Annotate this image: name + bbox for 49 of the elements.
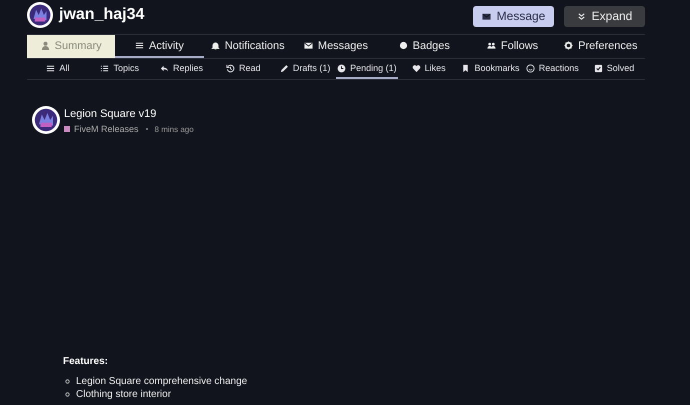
avatar <box>32 106 60 134</box>
filter-tab[interactable]: Read <box>212 59 274 79</box>
list-icon <box>100 64 110 72</box>
double-chevron-icon <box>576 12 586 20</box>
checkbox-icon <box>594 64 603 72</box>
clock-icon <box>337 64 346 72</box>
heart-icon <box>412 64 421 72</box>
feature-item: Clothing store interior <box>76 388 172 401</box>
menu-icon <box>135 41 144 50</box>
smile-icon <box>526 64 535 72</box>
bullet-icon <box>65 392 70 397</box>
message-button[interactable]: Message <box>473 6 554 26</box>
features-heading: Features: <box>63 356 110 367</box>
nav-tab[interactable]: Preferences <box>556 35 645 58</box>
expand-button[interactable]: Expand <box>564 6 645 26</box>
settings-icon <box>564 41 574 50</box>
filter-tab[interactable]: Reactions <box>521 59 584 79</box>
filter-tab[interactable]: Likes <box>398 59 460 79</box>
person-icon <box>40 41 50 50</box>
reply-icon <box>160 64 169 72</box>
post-time: 8 mins ago <box>154 124 194 134</box>
category-link[interactable]: FiveM Releases <box>74 124 139 134</box>
nav-tab[interactable]: Activity <box>115 35 204 58</box>
feature-item: Legion Square comprehensive change <box>76 375 248 388</box>
bell-icon <box>210 41 220 50</box>
circle-icon <box>398 41 408 50</box>
pencil-icon <box>280 64 289 72</box>
filter-tab[interactable]: All <box>27 59 89 79</box>
nav-tab[interactable]: Follows <box>468 35 557 58</box>
filter-tab[interactable]: Solved <box>583 59 645 79</box>
envelope-icon <box>304 41 313 50</box>
people-icon <box>486 41 496 50</box>
filter-tab[interactable]: Bookmarks <box>460 59 522 79</box>
bullet-icon <box>65 379 70 384</box>
filter-tab[interactable]: Topics <box>88 59 151 79</box>
username: jwan_haj34 <box>59 6 144 24</box>
history-icon <box>226 64 236 72</box>
envelope-icon <box>482 12 491 20</box>
menu-icon <box>46 64 56 72</box>
nav-tab[interactable]: Badges <box>380 35 468 58</box>
post-title[interactable]: Legion Square v19 <box>64 108 194 120</box>
separator-dot <box>146 128 148 130</box>
avatar <box>27 2 53 28</box>
filter-tab[interactable]: Drafts (1) <box>274 59 336 79</box>
nav-tab[interactable]: Notifications <box>204 35 292 58</box>
filter-tab[interactable]: Pending (1) <box>336 59 398 79</box>
bookmark-icon <box>461 64 470 72</box>
filter-tab[interactable]: Replies <box>150 59 212 79</box>
nav-tab[interactable]: Messages <box>292 35 380 58</box>
